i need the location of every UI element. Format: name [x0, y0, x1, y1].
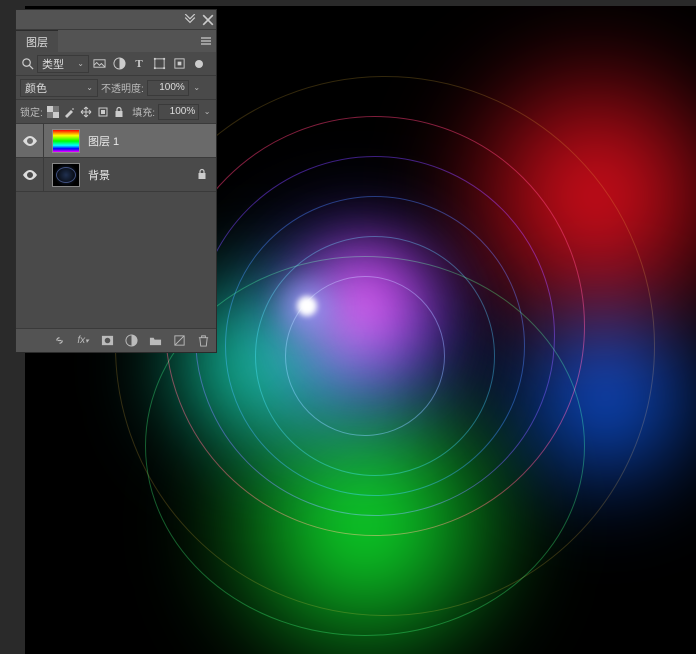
fill-label: 填充:: [132, 104, 155, 119]
blend-mode-value: 颜色: [25, 80, 47, 96]
close-icon[interactable]: [202, 10, 214, 29]
fx-icon[interactable]: fx▾: [76, 334, 90, 348]
lock-pixels-icon[interactable]: [62, 105, 76, 119]
lock-icon: [196, 168, 210, 182]
layer-item[interactable]: 背景: [16, 158, 216, 192]
panel-footer: fx▾: [16, 328, 216, 352]
opacity-input[interactable]: 100%: [147, 80, 189, 96]
filter-row: 类型 ⌄ T: [16, 52, 216, 76]
lock-position-icon[interactable]: [79, 105, 93, 119]
filter-type-value: 类型: [42, 56, 64, 72]
panel-titlebar: [16, 10, 216, 30]
search-icon[interactable]: [20, 57, 34, 71]
lock-artboard-icon[interactable]: [96, 105, 110, 119]
layer-thumbnail[interactable]: [52, 163, 80, 187]
lock-row: 锁定: 填充: 100% ⌄: [16, 100, 216, 124]
layer-name[interactable]: 图层 1: [88, 133, 210, 149]
adjustment-icon[interactable]: [124, 334, 138, 348]
layer-list[interactable]: 图层 1 背景: [16, 124, 216, 328]
mask-icon[interactable]: [100, 334, 114, 348]
fill-value: 100%: [170, 106, 196, 117]
opacity-label: 不透明度:: [101, 80, 144, 95]
collapse-icon[interactable]: [184, 10, 196, 29]
visibility-toggle[interactable]: [16, 124, 44, 157]
filter-toggle-icon[interactable]: [192, 57, 206, 71]
filter-pixel-icon[interactable]: [92, 57, 106, 71]
filter-icon-group: T: [92, 57, 206, 71]
layer-thumbnail[interactable]: [52, 129, 80, 153]
lock-all-icon[interactable]: [113, 105, 127, 119]
chevron-down-icon[interactable]: ⌄: [192, 83, 202, 92]
eye-icon: [23, 170, 37, 180]
filter-type-select[interactable]: 类型 ⌄: [37, 55, 89, 73]
chevron-down-icon: ⌄: [77, 59, 84, 68]
tab-label: 图层: [26, 34, 48, 50]
group-icon[interactable]: [148, 334, 162, 348]
lock-label: 锁定:: [20, 104, 43, 119]
link-layers-icon[interactable]: [52, 334, 66, 348]
filter-adjust-icon[interactable]: [112, 57, 126, 71]
chevron-down-icon: ⌄: [86, 83, 93, 92]
visibility-toggle[interactable]: [16, 158, 44, 191]
filter-smart-icon[interactable]: [172, 57, 186, 71]
tab-layers[interactable]: 图层: [16, 30, 58, 52]
panel-tabs: 图层: [16, 30, 216, 52]
filter-shape-icon[interactable]: [152, 57, 166, 71]
trash-icon[interactable]: [196, 334, 210, 348]
chevron-down-icon[interactable]: ⌄: [202, 107, 212, 116]
panel-menu-icon[interactable]: [196, 30, 216, 52]
new-layer-icon[interactable]: [172, 334, 186, 348]
layer-name[interactable]: 背景: [88, 167, 196, 183]
eye-icon: [23, 136, 37, 146]
lock-transparency-icon[interactable]: [46, 105, 60, 119]
blend-row: 颜色 ⌄ 不透明度: 100% ⌄: [16, 76, 216, 100]
layer-item[interactable]: 图层 1: [16, 124, 216, 158]
filter-type-icon[interactable]: T: [132, 57, 146, 71]
fill-input[interactable]: 100%: [158, 104, 199, 120]
layers-panel: 图层 类型 ⌄ T 颜色 ⌄ 不透明度: 100%: [16, 10, 216, 352]
blend-mode-select[interactable]: 颜色 ⌄: [20, 79, 98, 97]
opacity-value: 100%: [159, 82, 185, 93]
